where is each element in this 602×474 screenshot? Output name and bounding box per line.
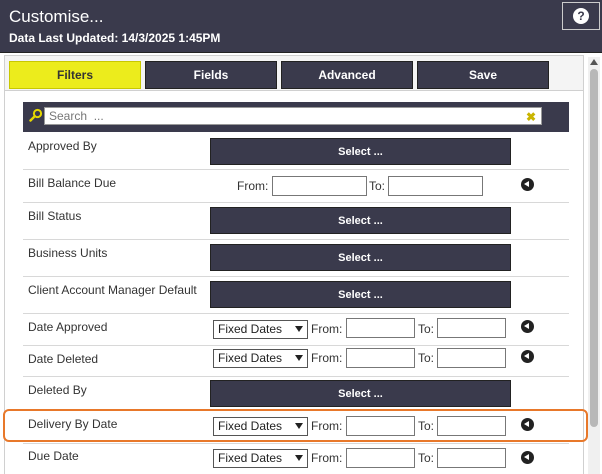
bill-status-select-button[interactable]: Select ... (210, 207, 511, 234)
date-mode-value: Fixed Dates (218, 351, 283, 365)
filter-label: Business Units (28, 246, 108, 260)
tab-save[interactable]: Save (417, 61, 549, 89)
filter-label: Date Approved (28, 320, 108, 334)
filter-row-approved-by: Approved By Select ... (23, 133, 569, 170)
data-last-updated: Data Last Updated: 14/3/2025 1:45PM (9, 31, 221, 45)
filter-label: Client Account Manager Default (28, 283, 197, 297)
dialog-header: Customise... Data Last Updated: 14/3/202… (0, 0, 602, 53)
deleted-by-select-button[interactable]: Select ... (210, 380, 511, 407)
business-units-select-button[interactable]: Select ... (210, 244, 511, 271)
chevron-down-icon (295, 455, 303, 461)
help-icon: ? (573, 8, 589, 24)
scrollbar-thumb[interactable] (590, 69, 598, 427)
tab-bar: Filters Fields Advanced Save (4, 55, 584, 91)
bill-balance-to-input[interactable] (388, 176, 483, 196)
collapse-arrow-icon[interactable] (521, 178, 534, 191)
filter-row-bill-balance-due: Bill Balance Due From: To: (23, 170, 569, 203)
date-mode-value: Fixed Dates (218, 322, 283, 336)
date-approved-to-input[interactable] (437, 318, 506, 338)
date-approved-from-input[interactable] (346, 318, 415, 338)
date-deleted-from-input[interactable] (346, 348, 415, 368)
dialog-title: Customise... (9, 7, 104, 26)
approved-by-select-button[interactable]: Select ... (210, 138, 511, 165)
to-label: To: (369, 179, 386, 193)
filter-label: Bill Status (28, 209, 82, 223)
filter-label: Approved By (28, 139, 97, 153)
due-date-to-input[interactable] (437, 448, 506, 468)
tab-fields[interactable]: Fields (145, 61, 277, 89)
filter-row-date-approved: Date Approved Fixed Dates From: To: (23, 314, 569, 346)
collapse-arrow-icon[interactable] (521, 451, 534, 464)
vertical-scrollbar[interactable] (588, 57, 600, 474)
due-date-from-input[interactable] (346, 448, 415, 468)
date-mode-dropdown[interactable]: Fixed Dates (213, 449, 308, 468)
to-label: To: (418, 322, 435, 336)
search-bar: ✖ (23, 102, 569, 132)
date-mode-dropdown[interactable]: Fixed Dates (213, 320, 308, 339)
filter-row-date-deleted: Date Deleted Fixed Dates From: To: (23, 346, 569, 377)
collapse-arrow-icon[interactable] (521, 320, 534, 333)
date-deleted-to-input[interactable] (437, 348, 506, 368)
search-icon (29, 108, 43, 122)
from-label: From: (237, 179, 269, 193)
date-mode-dropdown[interactable]: Fixed Dates (213, 349, 308, 368)
to-label: To: (418, 351, 435, 365)
filter-row-due-date: Due Date Fixed Dates From: To: (23, 444, 569, 474)
filter-label: Due Date (28, 449, 79, 463)
to-label: To: (418, 451, 435, 465)
from-label: From: (311, 322, 343, 336)
filter-row-business-units: Business Units Select ... (23, 240, 569, 277)
from-label: From: (311, 351, 343, 365)
chevron-down-icon (295, 326, 303, 332)
filter-label: Date Deleted (28, 352, 99, 366)
filter-row-bill-status: Bill Status Select ... (23, 203, 569, 240)
scroll-up-icon[interactable] (590, 59, 598, 65)
clear-search-icon[interactable]: ✖ (526, 111, 536, 123)
filter-label: Bill Balance Due (28, 176, 117, 190)
client-account-manager-select-button[interactable]: Select ... (210, 281, 511, 308)
help-button[interactable]: ? (562, 2, 600, 30)
tab-filters[interactable]: Filters (9, 61, 141, 89)
collapse-arrow-icon[interactable] (521, 350, 534, 363)
filter-row-deleted-by: Deleted By Select ... (23, 377, 569, 411)
highlight-box (3, 409, 588, 442)
chevron-down-icon (295, 355, 303, 361)
tab-advanced[interactable]: Advanced (281, 61, 413, 89)
filter-row-client-account-manager: Client Account Manager Default Select ..… (23, 277, 569, 314)
search-input[interactable] (44, 107, 542, 125)
date-mode-value: Fixed Dates (218, 451, 283, 465)
filter-label: Deleted By (28, 383, 87, 397)
from-label: From: (311, 451, 343, 465)
bill-balance-from-input[interactable] (272, 176, 367, 196)
